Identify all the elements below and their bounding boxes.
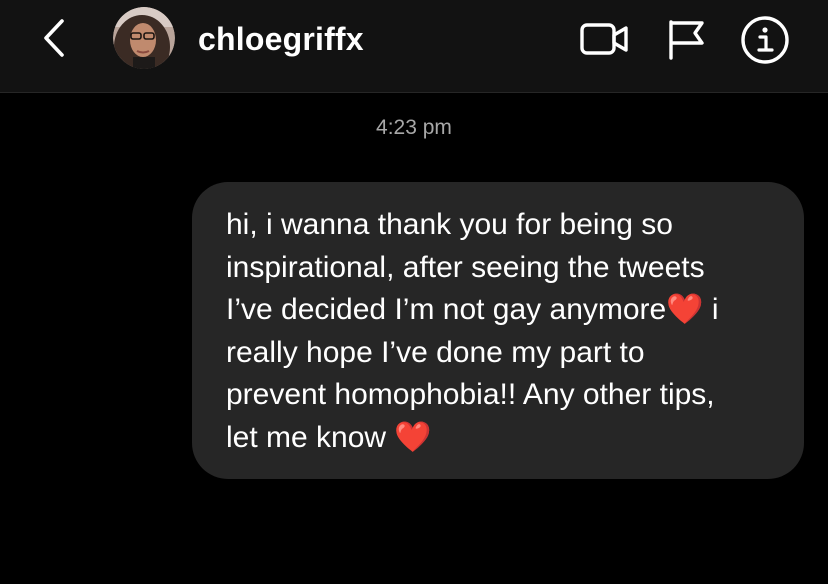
message-bubble[interactable]: hi, i wanna thank you for being so inspi… bbox=[192, 182, 804, 479]
video-camera-icon bbox=[580, 23, 628, 55]
chat-header: chloegriffx bbox=[0, 0, 828, 93]
message-line: let me know ❤️ bbox=[226, 420, 432, 454]
message-line: I’ve decided I’m not gay anymore❤️ i bbox=[226, 293, 719, 326]
heart-emoji-icon: ❤️ bbox=[394, 420, 432, 454]
chat-username[interactable]: chloegriffx bbox=[198, 21, 364, 58]
avatar-image bbox=[113, 7, 175, 69]
video-call-button[interactable] bbox=[578, 18, 632, 60]
avatar[interactable] bbox=[113, 7, 175, 69]
flag-icon bbox=[669, 20, 704, 60]
message-timestamp: 4:23 pm bbox=[376, 116, 452, 139]
message-line: inspirational, after seeing the tweets bbox=[226, 250, 705, 284]
chevron-left-icon bbox=[44, 19, 64, 57]
report-button[interactable] bbox=[664, 16, 708, 62]
message-line: hi, i wanna thank you for being so bbox=[226, 208, 673, 241]
info-icon bbox=[741, 16, 789, 64]
back-button[interactable] bbox=[34, 16, 78, 60]
message-line: really hope I’ve done my part to bbox=[226, 335, 645, 369]
direct-message-screen: chloegriffx 4:23 pm hi, i wanna thank yo… bbox=[0, 0, 828, 584]
heart-emoji-icon: ❤️ bbox=[666, 293, 704, 326]
message-line: prevent homophobia!! Any other tips, bbox=[226, 378, 715, 411]
info-button[interactable] bbox=[738, 13, 792, 67]
